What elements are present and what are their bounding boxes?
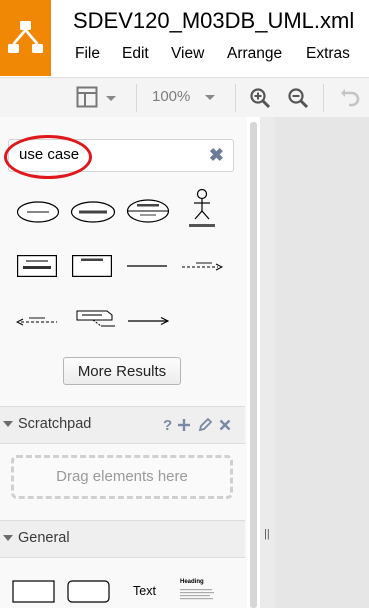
use-case-extension-points-ellipse[interactable] xyxy=(126,198,170,224)
more-results-button[interactable]: More Results xyxy=(63,357,181,385)
directed-association-arrow[interactable] xyxy=(127,315,169,327)
menu-view[interactable]: View xyxy=(171,45,204,63)
canvas-page-area[interactable] xyxy=(275,117,369,608)
note-connector[interactable] xyxy=(73,310,117,330)
chevron-down-icon xyxy=(3,535,13,541)
menu-arrange[interactable]: Arrange xyxy=(227,45,282,63)
extend-dashed-arrow[interactable] xyxy=(16,314,58,328)
scratchpad-title: Scratchpad xyxy=(18,416,92,432)
general-title: General xyxy=(18,530,70,546)
toolbar: 100% xyxy=(0,77,369,118)
general-section-header[interactable]: General xyxy=(0,520,245,558)
menu-file[interactable]: File xyxy=(75,45,100,63)
toolbar-divider xyxy=(235,84,236,112)
shape-search-input[interactable] xyxy=(19,146,199,163)
toolbar-divider xyxy=(136,84,137,112)
association-line[interactable] xyxy=(126,261,168,271)
actor-stick-figure[interactable] xyxy=(184,188,220,232)
chevron-down-icon xyxy=(106,96,116,101)
scratchpad-section-header[interactable]: Scratchpad ? xyxy=(0,406,245,444)
panel-splitter[interactable]: || xyxy=(264,528,270,540)
heading-body-lines xyxy=(180,589,214,600)
menu-edit[interactable]: Edit xyxy=(122,45,149,63)
help-icon[interactable]: ? xyxy=(163,417,172,434)
chevron-down-icon xyxy=(205,95,215,100)
scratchpad-drop-zone[interactable]: Drag elements here xyxy=(11,455,233,499)
rectangle-shape[interactable] xyxy=(12,580,56,604)
subject-box[interactable] xyxy=(72,255,112,277)
clear-search-icon[interactable]: ✖ xyxy=(209,145,224,166)
zoom-out-icon[interactable] xyxy=(287,87,309,109)
include-dashed-arrow[interactable] xyxy=(181,259,223,273)
undo-icon[interactable] xyxy=(340,88,362,108)
page-view-icon xyxy=(76,86,98,108)
document-title[interactable]: SDEV120_M03DB_UML.xml xyxy=(73,8,354,34)
heading-shape-title: Heading xyxy=(180,579,204,585)
zoom-dropdown[interactable]: 100% xyxy=(148,78,224,116)
actor-class-box[interactable] xyxy=(17,255,57,277)
add-icon[interactable] xyxy=(177,418,191,432)
zoom-level: 100% xyxy=(152,88,191,105)
use-case-ellipse[interactable] xyxy=(16,200,60,224)
sidebar-scrollbar[interactable] xyxy=(250,122,257,608)
rounded-rectangle-shape[interactable] xyxy=(67,580,111,604)
use-case-name-ellipse[interactable] xyxy=(70,200,116,224)
heading-text-shape[interactable]: Heading xyxy=(179,579,217,605)
page-view-button[interactable] xyxy=(76,86,122,110)
drawio-logo-icon xyxy=(0,0,51,76)
chevron-down-icon xyxy=(3,421,13,427)
menu-extras[interactable]: Extras xyxy=(306,45,350,63)
shape-search-box: ✖ xyxy=(8,139,234,172)
close-icon[interactable] xyxy=(219,419,231,431)
zoom-in-icon[interactable] xyxy=(249,87,271,109)
text-shape[interactable]: Text xyxy=(133,584,156,598)
edit-pencil-icon[interactable] xyxy=(198,417,212,432)
toolbar-divider xyxy=(323,84,324,112)
